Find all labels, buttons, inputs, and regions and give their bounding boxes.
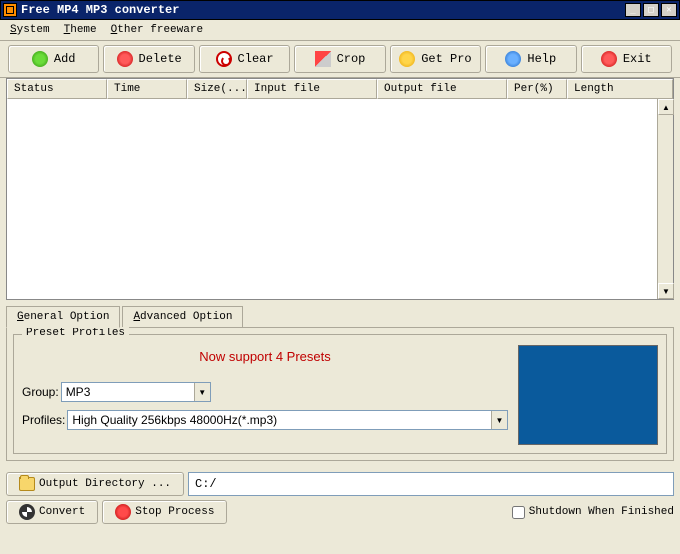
- stop-process-button[interactable]: Stop Process: [102, 500, 227, 524]
- list-body[interactable]: ▲ ▼: [7, 99, 673, 299]
- convert-button[interactable]: Convert: [6, 500, 98, 524]
- menubar: System Theme Other freeware: [0, 20, 680, 41]
- clear-label: Clear: [238, 52, 274, 66]
- window-title: Free MP4 MP3 converter: [21, 3, 625, 17]
- getpro-label: Get Pro: [421, 52, 471, 66]
- col-per[interactable]: Per(%): [507, 79, 567, 99]
- footer: Output Directory ... Convert Stop Proces…: [0, 468, 680, 528]
- delete-icon: [117, 51, 133, 67]
- group-combo[interactable]: MP3 ▼: [61, 382, 211, 402]
- toolbar: Add Delete Clear Crop Get Pro Help Exit: [0, 41, 680, 78]
- chevron-down-icon: ▼: [491, 411, 507, 429]
- folder-icon: [19, 477, 35, 491]
- tab-advanced-option[interactable]: Advanced Option: [122, 306, 243, 328]
- help-icon: [505, 51, 521, 67]
- profiles-label: Profiles:: [22, 413, 65, 427]
- pro-icon: [399, 51, 415, 67]
- preset-profiles-group: Preset Profiles Now support 4 Presets Gr…: [13, 334, 667, 454]
- file-list: Status Time Size(... Input file Output f…: [6, 78, 674, 300]
- col-length[interactable]: Length: [567, 79, 673, 99]
- group-value: MP3: [66, 385, 91, 399]
- minimize-button[interactable]: _: [625, 3, 641, 17]
- scrollbar[interactable]: ▲ ▼: [657, 99, 673, 299]
- add-label: Add: [54, 52, 76, 66]
- preview-box: [518, 345, 658, 445]
- col-input[interactable]: Input file: [247, 79, 377, 99]
- shutdown-checkbox-label[interactable]: Shutdown When Finished: [512, 506, 674, 519]
- convert-label: Convert: [39, 506, 85, 518]
- delete-button[interactable]: Delete: [103, 45, 194, 73]
- clear-button[interactable]: Clear: [199, 45, 290, 73]
- get-pro-button[interactable]: Get Pro: [390, 45, 481, 73]
- help-label: Help: [527, 52, 556, 66]
- titlebar[interactable]: Free MP4 MP3 converter _ □ ✕: [0, 0, 680, 20]
- scroll-down-icon[interactable]: ▼: [658, 283, 674, 299]
- tab-general-option[interactable]: General Option: [6, 306, 120, 328]
- convert-icon: [19, 504, 35, 520]
- crop-label: Crop: [337, 52, 366, 66]
- output-directory-input[interactable]: [188, 472, 674, 496]
- preset-support-text: Now support 4 Presets: [22, 349, 508, 364]
- menu-theme[interactable]: Theme: [58, 22, 103, 38]
- tabs: General Option Advanced Option: [6, 306, 674, 328]
- col-output[interactable]: Output file: [377, 79, 507, 99]
- stop-label: Stop Process: [135, 506, 214, 518]
- tab-panel: Preset Profiles Now support 4 Presets Gr…: [6, 327, 674, 461]
- delete-label: Delete: [139, 52, 182, 66]
- profiles-value: High Quality 256kbps 48000Hz(*.mp3): [72, 413, 277, 427]
- shutdown-checkbox[interactable]: [512, 506, 525, 519]
- help-button[interactable]: Help: [485, 45, 576, 73]
- profiles-combo[interactable]: High Quality 256kbps 48000Hz(*.mp3) ▼: [67, 410, 508, 430]
- menu-other-freeware[interactable]: Other freeware: [105, 22, 209, 38]
- add-icon: [32, 51, 48, 67]
- preset-legend: Preset Profiles: [22, 327, 129, 339]
- add-button[interactable]: Add: [8, 45, 99, 73]
- clear-icon: [216, 51, 232, 67]
- col-status[interactable]: Status: [7, 79, 107, 99]
- outdir-label: Output Directory ...: [39, 478, 171, 490]
- group-label: Group:: [22, 385, 59, 399]
- app-icon: [3, 3, 17, 17]
- chevron-down-icon: ▼: [194, 383, 210, 401]
- close-button[interactable]: ✕: [661, 3, 677, 17]
- crop-icon: [315, 51, 331, 67]
- output-directory-button[interactable]: Output Directory ...: [6, 472, 184, 496]
- list-header: Status Time Size(... Input file Output f…: [7, 79, 673, 99]
- exit-button[interactable]: Exit: [581, 45, 672, 73]
- col-time[interactable]: Time: [107, 79, 187, 99]
- col-size[interactable]: Size(...: [187, 79, 247, 99]
- scroll-up-icon[interactable]: ▲: [658, 99, 674, 115]
- crop-button[interactable]: Crop: [294, 45, 385, 73]
- stop-icon: [115, 504, 131, 520]
- exit-icon: [601, 51, 617, 67]
- shutdown-text: Shutdown When Finished: [529, 506, 674, 518]
- exit-label: Exit: [623, 52, 652, 66]
- menu-system[interactable]: System: [4, 22, 56, 38]
- maximize-button[interactable]: □: [643, 3, 659, 17]
